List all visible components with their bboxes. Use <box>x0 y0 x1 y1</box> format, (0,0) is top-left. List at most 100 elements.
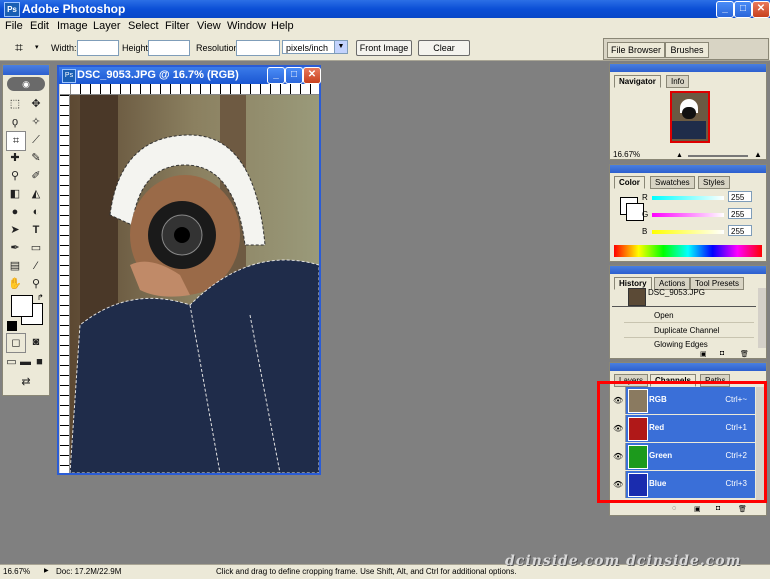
history-panel-title-bar[interactable] <box>610 266 766 274</box>
channels-panel-title-bar[interactable] <box>610 363 766 371</box>
history-scrollbar[interactable] <box>758 288 766 348</box>
lasso-tool-icon[interactable]: ϙ <box>6 113 24 131</box>
history-brush-tool-icon[interactable]: ✐ <box>27 167 45 185</box>
history-item[interactable]: Open <box>624 309 754 323</box>
height-input[interactable] <box>148 40 190 56</box>
minimize-button[interactable]: _ <box>716 1 734 18</box>
adobe-online-icon[interactable]: ◉ <box>7 77 45 91</box>
history-item[interactable]: Glowing Edges <box>624 339 754 349</box>
navigator-panel-title-bar[interactable] <box>610 64 766 72</box>
path-selection-tool-icon[interactable]: ➤ <box>6 221 24 239</box>
doc-close-button[interactable]: ✕ <box>303 67 321 84</box>
shape-tool-icon[interactable]: ▭ <box>27 239 45 257</box>
snapshot-thumbnail[interactable] <box>628 288 646 306</box>
blue-value-input[interactable]: 255 <box>728 225 752 236</box>
paint-bucket-tool-icon[interactable]: ◭ <box>27 185 45 203</box>
slice-tool-icon[interactable]: ⟋ <box>27 131 45 149</box>
screen-mode-standard-icon[interactable]: ▭ <box>5 353 18 371</box>
marquee-tool-icon[interactable]: ⬚ <box>6 95 24 113</box>
tab-info[interactable]: Info <box>666 75 690 88</box>
doc-minimize-button[interactable]: _ <box>267 67 285 84</box>
new-channel-icon[interactable]: ◘ <box>716 505 720 512</box>
dodge-tool-icon[interactable]: ◐ <box>27 203 45 221</box>
swap-colors-icon[interactable]: ↱ <box>37 293 44 302</box>
ruler-origin[interactable] <box>60 84 71 95</box>
brush-tool-icon[interactable]: ✎ <box>27 149 45 167</box>
clear-button[interactable]: Clear <box>418 40 470 56</box>
front-image-button[interactable]: Front Image <box>356 40 412 56</box>
type-tool-icon[interactable]: T <box>27 221 45 239</box>
document-title-bar[interactable]: Ps DSC_9053.JPG @ 16.7% (RGB) _ □ ✕ <box>59 67 321 84</box>
clone-stamp-tool-icon[interactable]: ⚲ <box>6 167 24 185</box>
status-hint: Click and drag to define cropping frame.… <box>216 567 517 576</box>
menu-view[interactable]: View <box>197 20 221 32</box>
hand-tool-icon[interactable]: ✋ <box>6 275 24 293</box>
green-slider[interactable] <box>652 213 724 217</box>
resolution-units-select[interactable]: pixels/inch ▼ <box>282 40 348 54</box>
navigator-zoom-value[interactable]: 16.67% <box>613 150 640 159</box>
move-tool-icon[interactable]: ✥ <box>27 95 45 113</box>
green-value-input[interactable]: 255 <box>728 208 752 219</box>
zoom-in-icon[interactable]: ▲ <box>754 150 762 159</box>
status-arrow-icon[interactable]: ▶ <box>44 567 49 574</box>
color-panel-title-bar[interactable] <box>610 165 766 173</box>
status-zoom[interactable]: 16.67% <box>3 567 30 576</box>
eyedropper-tool-icon[interactable]: ⁄ <box>27 257 45 275</box>
screen-mode-full-menu-icon[interactable]: ▬ <box>19 353 32 371</box>
close-button[interactable]: ✕ <box>752 1 770 18</box>
doc-maximize-button[interactable]: □ <box>285 67 303 84</box>
magic-wand-tool-icon[interactable]: ✧ <box>27 113 45 131</box>
load-selection-icon[interactable]: ◌ <box>672 505 676 512</box>
color-ramp[interactable] <box>614 245 762 257</box>
snapshot-name[interactable]: DSC_9053.JPG <box>648 288 705 297</box>
tab-styles[interactable]: Styles <box>698 176 730 189</box>
width-input[interactable] <box>77 40 119 56</box>
brushes-tab[interactable]: Brushes <box>665 42 709 58</box>
save-selection-icon[interactable]: ▣ <box>694 505 701 513</box>
new-snapshot-icon[interactable]: ◘ <box>720 350 724 357</box>
tab-color[interactable]: Color <box>614 176 645 189</box>
menu-file[interactable]: File <box>5 20 23 32</box>
menu-help[interactable]: Help <box>271 20 294 32</box>
zoom-out-icon[interactable]: ▲ <box>676 152 683 159</box>
eraser-tool-icon[interactable]: ◧ <box>6 185 24 203</box>
default-colors-icon[interactable] <box>7 321 17 331</box>
app-title-bar[interactable]: Ps Adobe Photoshop _ □ ✕ <box>0 0 770 18</box>
crop-tool-icon[interactable]: ⌗ <box>15 39 37 55</box>
quick-mask-mode-icon[interactable]: ◙ <box>27 333 45 351</box>
menu-layer[interactable]: Layer <box>93 20 121 32</box>
zoom-tool-icon[interactable]: ⚲ <box>27 275 45 293</box>
zoom-slider[interactable] <box>688 155 748 157</box>
tab-navigator[interactable]: Navigator <box>614 75 661 88</box>
delete-channel-icon[interactable]: 🗑 <box>738 505 747 513</box>
jump-to-imageready-icon[interactable]: ⇄ <box>9 373 43 391</box>
red-value-input[interactable]: 255 <box>728 191 752 202</box>
navigator-thumbnail[interactable] <box>670 91 710 143</box>
red-slider[interactable] <box>652 196 724 200</box>
history-item[interactable]: Duplicate Channel <box>624 324 754 338</box>
healing-brush-tool-icon[interactable]: ✚ <box>6 149 24 167</box>
foreground-color-swatch[interactable] <box>11 295 33 317</box>
standard-mode-icon[interactable]: ◻ <box>6 333 26 353</box>
maximize-button[interactable]: □ <box>734 1 752 18</box>
new-document-icon[interactable]: ▣ <box>700 350 707 358</box>
menu-image[interactable]: Image <box>57 20 88 32</box>
tool-preset-chevron-icon[interactable]: ▾ <box>35 43 39 51</box>
menu-select[interactable]: Select <box>128 20 159 32</box>
file-browser-tab[interactable]: File Browser <box>607 42 665 58</box>
toolbox-title-bar[interactable] <box>3 65 49 75</box>
menu-window[interactable]: Window <box>227 20 266 32</box>
notes-tool-icon[interactable]: ▤ <box>6 257 24 275</box>
blur-tool-icon[interactable]: ● <box>6 203 24 221</box>
resolution-input[interactable] <box>236 40 280 56</box>
menu-filter[interactable]: Filter <box>165 20 189 32</box>
screen-mode-full-icon[interactable]: ■ <box>33 353 46 371</box>
trash-icon[interactable]: 🗑 <box>740 350 749 358</box>
tab-swatches[interactable]: Swatches <box>650 176 695 189</box>
blue-slider[interactable] <box>652 230 724 234</box>
pen-tool-icon[interactable]: ✒ <box>6 239 24 257</box>
crop-tool-active-icon[interactable]: ⌗ <box>6 131 26 151</box>
menu-edit[interactable]: Edit <box>30 20 49 32</box>
menu-bar: File Edit Image Layer Select Filter View… <box>0 18 770 36</box>
image-canvas[interactable] <box>70 95 319 473</box>
